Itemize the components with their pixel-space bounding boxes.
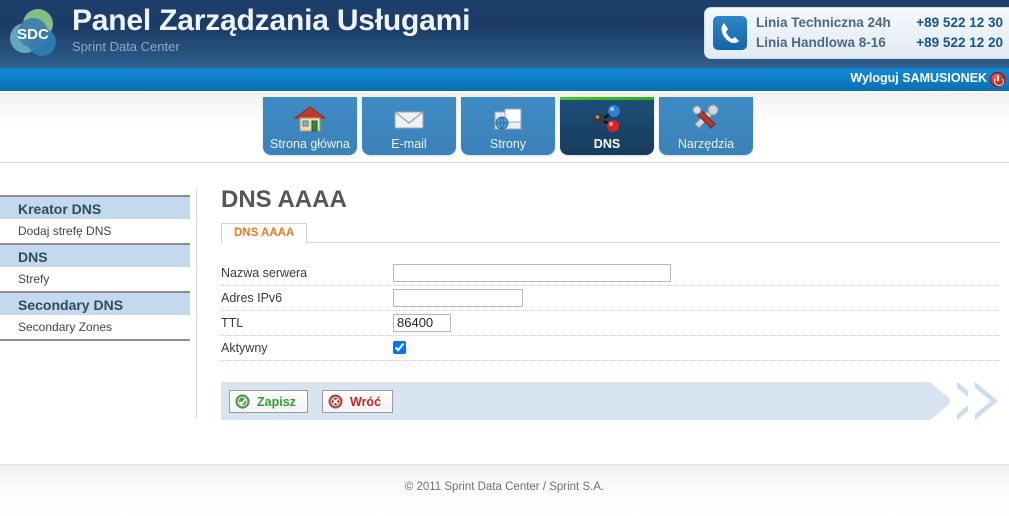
form-row-adres-ipv6: Adres IPv6 (221, 286, 1000, 311)
sdc-circles-logo: SDC (8, 6, 64, 62)
nav-tab-label: Narzędzia (677, 137, 735, 151)
sidebar-item-secondary-zones[interactable]: Secondary Zones (0, 315, 190, 339)
wrench-screwdriver-icon (689, 104, 723, 134)
chevron-notch (968, 382, 991, 420)
logout-bar: Wyloguj SAMUSIONEK (0, 68, 1009, 92)
save-button[interactable]: Zapisz (229, 390, 308, 413)
form-label: Adres IPv6 (221, 291, 283, 305)
nav-tab-narzedzia[interactable]: Narzędzia (659, 97, 753, 155)
back-button[interactable]: Wróć (322, 390, 394, 413)
subtab-dns-aaaa[interactable]: DNS AAAA (221, 223, 308, 244)
nav-tab-strona-glowna[interactable]: Strona główna (263, 97, 357, 155)
form-label: Aktywny (221, 341, 268, 355)
sidebar-item-dodaj-strefe-dns[interactable]: Dodaj strefę DNS (0, 219, 190, 243)
molecule-icon (590, 104, 624, 134)
nav-underline (0, 162, 1009, 163)
page-title: DNS AAAA (221, 186, 347, 213)
back-button-label: Wróć (350, 394, 382, 409)
page-header: SDC Panel Zarządzania Usługami Sprint Da… (0, 0, 1009, 68)
app-title: Panel Zarządzania Usługami (72, 4, 471, 37)
form-row-nazwa-serwera: Nazwa serwera (221, 261, 1000, 286)
save-button-label: Zapisz (257, 394, 296, 409)
contact-row: Linia Techniczna 24h +89 522 12 30 (756, 13, 1003, 33)
app-subtitle: Sprint Data Center (72, 39, 180, 54)
envelope-icon (392, 104, 426, 134)
server-name-input[interactable] (393, 264, 671, 282)
active-checkbox[interactable] (393, 341, 406, 355)
nav-tab-label: Strony (489, 137, 527, 151)
form-label: TTL (221, 316, 244, 330)
contact-label: Linia Techniczna 24h (756, 15, 891, 30)
form-row-ttl: TTL (221, 311, 1000, 336)
contact-row: Linia Handlowa 8-16 +89 522 12 20 (756, 33, 1003, 53)
sidebar-content-divider (196, 188, 197, 418)
power-icon[interactable] (990, 72, 1005, 87)
ttl-input[interactable] (393, 313, 451, 332)
form-row-aktywny: Aktywny (221, 336, 1000, 361)
contact-number: +89 522 12 20 (916, 35, 1003, 50)
app-root: SDC Panel Zarządzania Usługami Sprint Da… (0, 0, 1009, 516)
nav-tab-dns[interactable]: DNS (560, 97, 654, 155)
red-cross-icon (328, 394, 343, 409)
action-bar: Zapisz Wróć (221, 382, 1009, 420)
form-label: Nazwa serwera (221, 266, 308, 280)
svg-text:SDC: SDC (17, 26, 49, 43)
brand-block: Panel Zarządzania Usługami Sprint Data C… (72, 4, 470, 55)
contact-label: Linia Handlowa 8-16 (756, 35, 886, 50)
sidebar: Kreator DNS Dodaj strefę DNS DNS Strefy … (0, 195, 190, 341)
page-footer: © 2011 Sprint Data Center / Sprint S.A. (0, 464, 1009, 516)
nav-tab-label: E-mail (391, 137, 427, 151)
copyright-text: © 2011 Sprint Data Center / Sprint S.A. (404, 481, 605, 493)
contact-box: Linia Techniczna 24h +89 522 12 30 Linia… (704, 7, 1009, 59)
ipv6-address-input[interactable] (393, 289, 523, 307)
green-check-icon (235, 394, 250, 409)
sidebar-group-dns[interactable]: DNS (0, 243, 190, 267)
sidebar-group-kreator-dns[interactable]: Kreator DNS (0, 195, 190, 219)
main-navigation: Strona główna E-mail Strony DNS Narzędzi… (0, 93, 1009, 163)
phone-icon (713, 16, 747, 50)
logout-link[interactable]: Wyloguj SAMUSIONEK (850, 71, 987, 85)
nav-tab-label: Strona główna (270, 137, 350, 151)
sidebar-bottom-rule (0, 339, 190, 341)
folder-globe-icon (491, 104, 525, 134)
content-area: DNS AAAA DNS AAAA Nazwa serwera Adres IP… (210, 186, 1000, 420)
sidebar-item-strefy[interactable]: Strefy (0, 267, 190, 291)
nav-tab-label: DNS (593, 137, 621, 151)
nav-tab-strony[interactable]: Strony (461, 97, 555, 155)
dns-aaaa-form: Nazwa serwera Adres IPv6 TTL 86400 Aktyw… (221, 261, 1000, 361)
main-panel: Kreator DNS Dodaj strefę DNS DNS Strefy … (0, 164, 1009, 463)
sidebar-group-secondary-dns[interactable]: Secondary DNS (0, 291, 190, 315)
contact-number: +89 522 12 30 (916, 15, 1003, 30)
nav-tab-e-mail[interactable]: E-mail (362, 97, 456, 155)
subtab-bar: DNS AAAA (221, 223, 1000, 244)
house-icon (293, 104, 327, 134)
